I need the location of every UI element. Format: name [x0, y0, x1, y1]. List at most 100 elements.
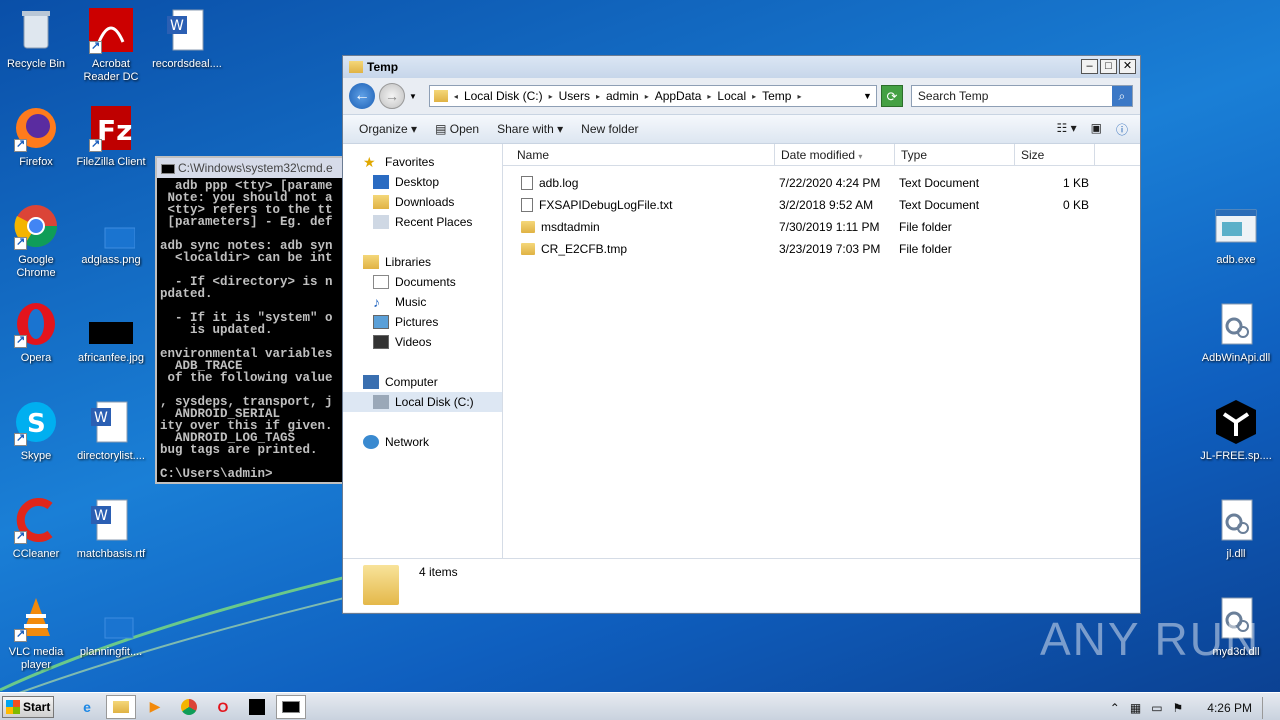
tray-display-icon[interactable]: ▭ [1151, 701, 1162, 715]
breadcrumb-users[interactable]: Users [559, 89, 590, 103]
forward-button[interactable]: → [379, 83, 405, 109]
nav-pictures-label: Pictures [395, 315, 439, 329]
desktop-icon-planningfit[interactable]: planningfit.... [71, 594, 151, 659]
desktop-icon [373, 175, 389, 189]
nav-libraries[interactable]: Libraries [343, 252, 502, 272]
breadcrumb-sep-icon[interactable]: ▸ [797, 92, 801, 101]
desktop-icon-recycle-bin[interactable]: Recycle Bin [0, 6, 76, 71]
taskbar-explorer-icon[interactable] [106, 694, 136, 719]
file-row[interactable]: adb.log 7/22/2020 4:24 PM Text Document … [503, 172, 1140, 194]
nav-local-disk[interactable]: Local Disk (C:) [343, 392, 502, 412]
nav-network[interactable]: Network [343, 432, 502, 452]
desktop-icon-directorylist[interactable]: W directorylist.... [71, 398, 151, 463]
explorer-window[interactable]: Temp – □ ✕ ← → ▼ ◂ Local Disk (C:) ▸ Use… [342, 55, 1141, 614]
address-dropdown-icon[interactable]: ▼ [863, 91, 872, 101]
organize-button[interactable]: Organize ▾ [359, 122, 417, 136]
column-type[interactable]: Type [895, 144, 1015, 165]
desktop-icon-chrome[interactable]: Google Chrome [0, 202, 76, 280]
file-row[interactable]: FXSAPIDebugLogFile.txt 3/2/2018 9:52 AM … [503, 194, 1140, 216]
taskbar: Start e ▶ O ⌃ ▦ ▭ ⚑ 4:26 PM [0, 692, 1280, 720]
cmd-output[interactable]: adb ppp <tty> [parame Note: you should n… [157, 178, 353, 482]
file-type: File folder [899, 242, 952, 256]
nav-pictures[interactable]: Pictures [343, 312, 502, 332]
breadcrumb-temp[interactable]: Temp [762, 89, 791, 103]
desktop-icon-adbwinapi[interactable]: AdbWinApi.dll [1196, 300, 1276, 365]
desktop-icon-matchbasis[interactable]: W matchbasis.rtf [71, 496, 151, 561]
refresh-button[interactable]: ⟳ [880, 85, 903, 107]
minimize-button[interactable]: – [1081, 59, 1098, 74]
clock[interactable]: 4:26 PM [1207, 701, 1252, 715]
file-size: 1 KB [1062, 176, 1089, 190]
open-button[interactable]: ▤ Open [435, 122, 479, 136]
desktop-icon-africanfee[interactable]: africanfee.jpg [71, 300, 151, 365]
show-desktop-button[interactable] [1262, 697, 1272, 719]
file-name: CR_E2CFB.tmp [541, 242, 628, 256]
desktop-icon-jl-dll[interactable]: jl.dll [1196, 496, 1276, 561]
nav-documents[interactable]: Documents [343, 272, 502, 292]
taskbar-ie-icon[interactable]: e [72, 695, 102, 719]
shortcut-arrow-icon [14, 235, 27, 250]
column-size[interactable]: Size [1015, 144, 1095, 165]
breadcrumb-sep-icon[interactable]: ▸ [752, 92, 756, 101]
open-icon: ▤ [435, 122, 447, 136]
recent-pages-dropdown[interactable]: ▼ [409, 92, 417, 101]
maximize-button[interactable]: □ [1100, 59, 1117, 74]
share-with-button[interactable]: Share with ▾ [497, 122, 563, 136]
desktop-icon-jl-free[interactable]: JL-FREE.sp.... [1196, 398, 1276, 463]
nav-desktop[interactable]: Desktop [343, 172, 502, 192]
taskbar-cmd-icon[interactable] [276, 694, 306, 719]
breadcrumb-sep-icon[interactable]: ▸ [707, 92, 711, 101]
desktop-icon-filezilla[interactable]: Fz FileZilla Client [71, 104, 151, 169]
desktop-icon-adb-exe[interactable]: adb.exe [1196, 202, 1276, 267]
back-button[interactable]: ← [349, 83, 375, 109]
svg-text:W: W [170, 18, 184, 34]
cmd-titlebar[interactable]: C:\Windows\system32\cmd.e [157, 158, 353, 178]
taskbar-opera-icon[interactable]: O [208, 695, 238, 719]
breadcrumb-local-disk[interactable]: Local Disk (C:) [464, 89, 543, 103]
file-row[interactable]: CR_E2CFB.tmp 3/23/2019 7:03 PM File fold… [503, 238, 1140, 260]
desktop-icon-acrobat[interactable]: Acrobat Reader DC [71, 6, 151, 84]
start-button[interactable]: Start [2, 695, 54, 718]
search-icon[interactable]: ⌕ [1111, 86, 1132, 106]
nav-favorites[interactable]: ★ Favorites [343, 152, 502, 172]
nav-computer[interactable]: Computer [343, 372, 502, 392]
desktop-icon-vlc[interactable]: VLC media player [0, 594, 76, 672]
new-folder-button[interactable]: New folder [581, 122, 638, 136]
desktop-icon-firefox[interactable]: Firefox [0, 104, 76, 169]
opera-icon [12, 300, 60, 348]
desktop-icon-ccleaner[interactable]: CCleaner [0, 496, 76, 561]
file-row[interactable]: msdtadmin 7/30/2019 1:11 PM File folder [503, 216, 1140, 238]
desktop-icon-opera[interactable]: Opera [0, 300, 76, 365]
search-input[interactable]: Search Temp ⌕ [910, 85, 1133, 107]
breadcrumb-appdata[interactable]: AppData [655, 89, 702, 103]
close-button[interactable]: ✕ [1119, 59, 1136, 74]
column-date-modified[interactable]: Date modified ▾ [775, 144, 895, 165]
desktop-icon-adglass[interactable]: adglass.png [71, 202, 151, 267]
taskbar-media-player-icon[interactable]: ▶ [140, 695, 170, 719]
taskbar-chrome-icon[interactable] [174, 695, 204, 719]
cmd-window[interactable]: C:\Windows\system32\cmd.e adb ppp <tty> … [155, 156, 355, 484]
nav-downloads[interactable]: Downloads [343, 192, 502, 212]
help-icon[interactable]: ⓘ [1116, 121, 1128, 138]
breadcrumb-sep-icon[interactable]: ▸ [596, 92, 600, 101]
libraries-icon [363, 255, 379, 269]
tray-expand-icon[interactable]: ⌃ [1110, 701, 1120, 715]
view-options-icon[interactable]: ☷ ▾ [1057, 121, 1077, 138]
breadcrumb-local[interactable]: Local [717, 89, 746, 103]
nav-documents-label: Documents [395, 275, 456, 289]
explorer-titlebar[interactable]: Temp – □ ✕ [343, 56, 1140, 78]
breadcrumb-sep-icon[interactable]: ▸ [645, 92, 649, 101]
nav-recent-places[interactable]: Recent Places [343, 212, 502, 232]
nav-music[interactable]: ♪ Music [343, 292, 502, 312]
tray-network-icon[interactable]: ▦ [1130, 701, 1141, 715]
column-name[interactable]: Name [503, 144, 775, 165]
address-bar[interactable]: ◂ Local Disk (C:) ▸ Users ▸ admin ▸ AppD… [428, 85, 877, 107]
desktop-icon-recordsdeal[interactable]: W recordsdeal.... [147, 6, 227, 71]
nav-videos[interactable]: Videos [343, 332, 502, 352]
desktop-icon-skype[interactable]: S Skype [0, 398, 76, 463]
breadcrumb-sep-icon[interactable]: ▸ [549, 92, 553, 101]
breadcrumb-admin[interactable]: admin [606, 89, 639, 103]
preview-pane-icon[interactable]: ▣ [1091, 121, 1102, 138]
tray-action-center-icon[interactable]: ⚑ [1173, 701, 1184, 715]
taskbar-package-icon[interactable] [242, 695, 272, 719]
